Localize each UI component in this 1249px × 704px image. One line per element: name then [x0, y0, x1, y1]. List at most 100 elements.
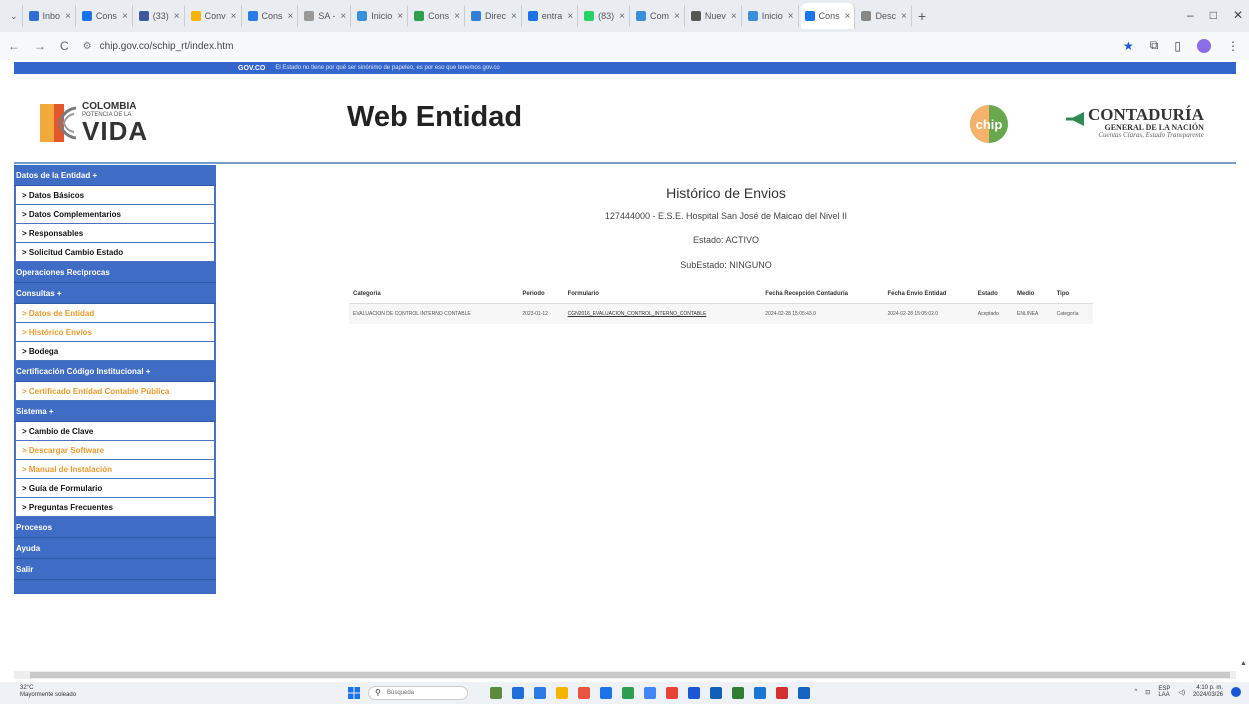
- browser-tab[interactable]: Cons ×: [410, 5, 465, 27]
- taskbar-app-icon[interactable]: [490, 687, 502, 699]
- tab-close-icon[interactable]: ×: [122, 11, 128, 22]
- horizontal-scrollbar[interactable]: [14, 671, 1236, 679]
- taskbar-app-icon[interactable]: [798, 687, 810, 699]
- browser-tab[interactable]: Conv ×: [187, 5, 242, 27]
- tab-close-icon[interactable]: ×: [340, 11, 346, 22]
- site-info-icon[interactable]: ⚙: [83, 41, 92, 52]
- sidebar-section-certificación-código-institucional[interactable]: Certificación Código Institucional +: [14, 361, 216, 382]
- tab-close-icon[interactable]: ×: [901, 11, 907, 22]
- taskbar-app-icon[interactable]: [732, 687, 744, 699]
- column-header[interactable]: Tipo: [1052, 285, 1093, 304]
- sidebar-item-descargar-software[interactable]: > Descargar Software: [14, 441, 216, 460]
- tab-close-icon[interactable]: ×: [511, 11, 517, 22]
- tab-close-icon[interactable]: ×: [619, 11, 625, 22]
- sidebar-item-datos-básicos[interactable]: > Datos Básicos: [14, 186, 216, 205]
- sidebar-item-certificado-entidad-contable-pública[interactable]: > Certificado Entidad Contable Pública: [14, 382, 216, 401]
- taskbar-app-icon[interactable]: [688, 687, 700, 699]
- sidebar-section-datos-de-la-entidad[interactable]: Datos de la Entidad +: [14, 165, 216, 186]
- tab-close-icon[interactable]: ×: [231, 11, 237, 22]
- sidebar-item-manual-de-instalación[interactable]: > Manual de Instalación: [14, 460, 216, 479]
- tab-close-icon[interactable]: ×: [174, 11, 180, 22]
- sidebar-section-procesos[interactable]: Procesos: [14, 517, 216, 538]
- sidebar-item-datos-de-entidad[interactable]: > Datos de Entidad: [14, 304, 216, 323]
- new-tab-button[interactable]: +: [918, 8, 926, 24]
- clock[interactable]: 4:10 p. m. 2024/03/26: [1193, 685, 1223, 699]
- weather-widget[interactable]: 32°C Mayormente soleado: [20, 685, 76, 699]
- browser-tab[interactable]: (83) ×: [580, 5, 631, 27]
- notification-icon[interactable]: [1231, 687, 1241, 698]
- browser-tab[interactable]: Inbo ×: [25, 5, 76, 27]
- taskbar-app-icon[interactable]: [644, 687, 656, 699]
- taskbar-app-icon[interactable]: [534, 687, 546, 699]
- browser-tab[interactable]: Cons ×: [244, 5, 299, 27]
- column-header[interactable]: Medio: [1012, 285, 1053, 304]
- url-field[interactable]: chip.gov.co/schip_rt/index.htm: [100, 41, 234, 52]
- back-icon[interactable]: ←: [8, 39, 20, 53]
- network-icon[interactable]: ⊡: [1145, 689, 1150, 696]
- reload-icon[interactable]: C: [60, 39, 69, 53]
- tab-close-icon[interactable]: ×: [674, 11, 680, 22]
- govco-link[interactable]: GOV.CO: [232, 65, 271, 72]
- sidebar-item-histórico-envíos[interactable]: > Histórico Envíos: [14, 323, 216, 342]
- language-indicator[interactable]: ESP LAA: [1158, 686, 1170, 698]
- sidebar-item-guía-de-formulario[interactable]: > Guía de Formulario: [14, 479, 216, 498]
- tab-close-icon[interactable]: ×: [845, 11, 851, 22]
- profile-avatar[interactable]: [1197, 38, 1211, 53]
- sidebar-item-cambio-de-clave[interactable]: > Cambio de Clave: [14, 422, 216, 441]
- column-header[interactable]: Fecha Envío Entidad: [883, 285, 974, 304]
- forward-icon[interactable]: →: [34, 39, 46, 53]
- browser-tab[interactable]: Nuev ×: [687, 5, 742, 27]
- taskbar-app-icon[interactable]: [556, 687, 568, 699]
- browser-tab[interactable]: Inicio ×: [744, 5, 799, 27]
- browser-tab[interactable]: (33) ×: [135, 5, 185, 27]
- browser-tab[interactable]: Cons ×: [78, 5, 133, 27]
- tab-close-icon[interactable]: ×: [65, 11, 71, 22]
- tab-close-icon[interactable]: ×: [288, 11, 294, 22]
- tab-close-icon[interactable]: ×: [731, 11, 737, 22]
- taskbar-app-icon[interactable]: [512, 687, 524, 699]
- sidebar-section-consultas[interactable]: Consultas +: [14, 283, 216, 304]
- column-header[interactable]: Categoría: [349, 285, 519, 304]
- browser-tab[interactable]: Inicio ×: [353, 5, 409, 27]
- taskbar-app-icon[interactable]: [776, 687, 788, 699]
- browser-tab[interactable]: Cons ×: [800, 3, 856, 29]
- taskbar-app-icon[interactable]: [578, 687, 590, 699]
- browser-tab[interactable]: Direc ×: [467, 5, 522, 27]
- tab-close-icon[interactable]: ×: [454, 11, 460, 22]
- maximize-icon[interactable]: □: [1210, 8, 1217, 22]
- sidebar-item-preguntas-frecuentes[interactable]: > Preguntas Frecuentes: [14, 498, 216, 517]
- sidebar-section-ayuda[interactable]: Ayuda: [14, 538, 216, 559]
- scroll-arrow-icon[interactable]: ▲: [1240, 660, 1247, 667]
- column-header[interactable]: Estado: [973, 285, 1013, 304]
- browser-tab[interactable]: SA - ×: [300, 5, 352, 27]
- extensions-icon[interactable]: ⧉: [1150, 38, 1159, 53]
- scrollbar-thumb[interactable]: [30, 672, 1230, 678]
- colombia-logo[interactable]: COLOMBIA POTENCIA DE LA VIDA: [40, 102, 148, 144]
- tab-list-icon[interactable]: ⌄: [6, 5, 23, 27]
- sidebar-item-datos-complementarios[interactable]: > Datos Complementarios: [14, 205, 216, 224]
- sidepanel-icon[interactable]: ▯: [1174, 39, 1181, 53]
- sidebar-section-sistema[interactable]: Sistema +: [14, 401, 216, 422]
- taskbar-app-icon[interactable]: [666, 687, 678, 699]
- column-header[interactable]: Periodo: [518, 285, 564, 304]
- browser-tab[interactable]: Com ×: [632, 5, 685, 27]
- taskbar-app-icon[interactable]: [710, 687, 722, 699]
- close-icon[interactable]: ✕: [1233, 8, 1243, 22]
- taskbar-search[interactable]: ⚲ Búsqueda: [368, 686, 468, 700]
- sidebar-item-bodega[interactable]: > Bodega: [14, 342, 216, 361]
- minimize-icon[interactable]: –: [1187, 8, 1194, 22]
- column-header[interactable]: Formulario: [563, 285, 762, 304]
- tab-close-icon[interactable]: ×: [567, 11, 573, 22]
- contaduria-logo[interactable]: CONTADURÍA GENERAL DE LA NACIÓN Cuentas …: [1066, 106, 1204, 140]
- form-link[interactable]: CGN2016_EVALUACION_CONTROL_INTERNO_CONTA…: [564, 304, 762, 325]
- sidebar-section-salir[interactable]: Salir: [14, 559, 216, 580]
- menu-icon[interactable]: ⋮: [1227, 39, 1239, 53]
- start-icon[interactable]: [348, 687, 360, 699]
- column-header[interactable]: Fecha Recepción Contaduría: [761, 285, 884, 304]
- browser-tab[interactable]: entra ×: [524, 5, 579, 27]
- taskbar-app-icon[interactable]: [622, 687, 634, 699]
- sidebar-section-operaciones-recíprocas[interactable]: Operaciones Recíprocas: [14, 262, 216, 283]
- browser-tab[interactable]: Desc ×: [857, 5, 912, 27]
- chip-logo-icon[interactable]: chip: [969, 104, 1009, 144]
- tab-close-icon[interactable]: ×: [397, 11, 403, 22]
